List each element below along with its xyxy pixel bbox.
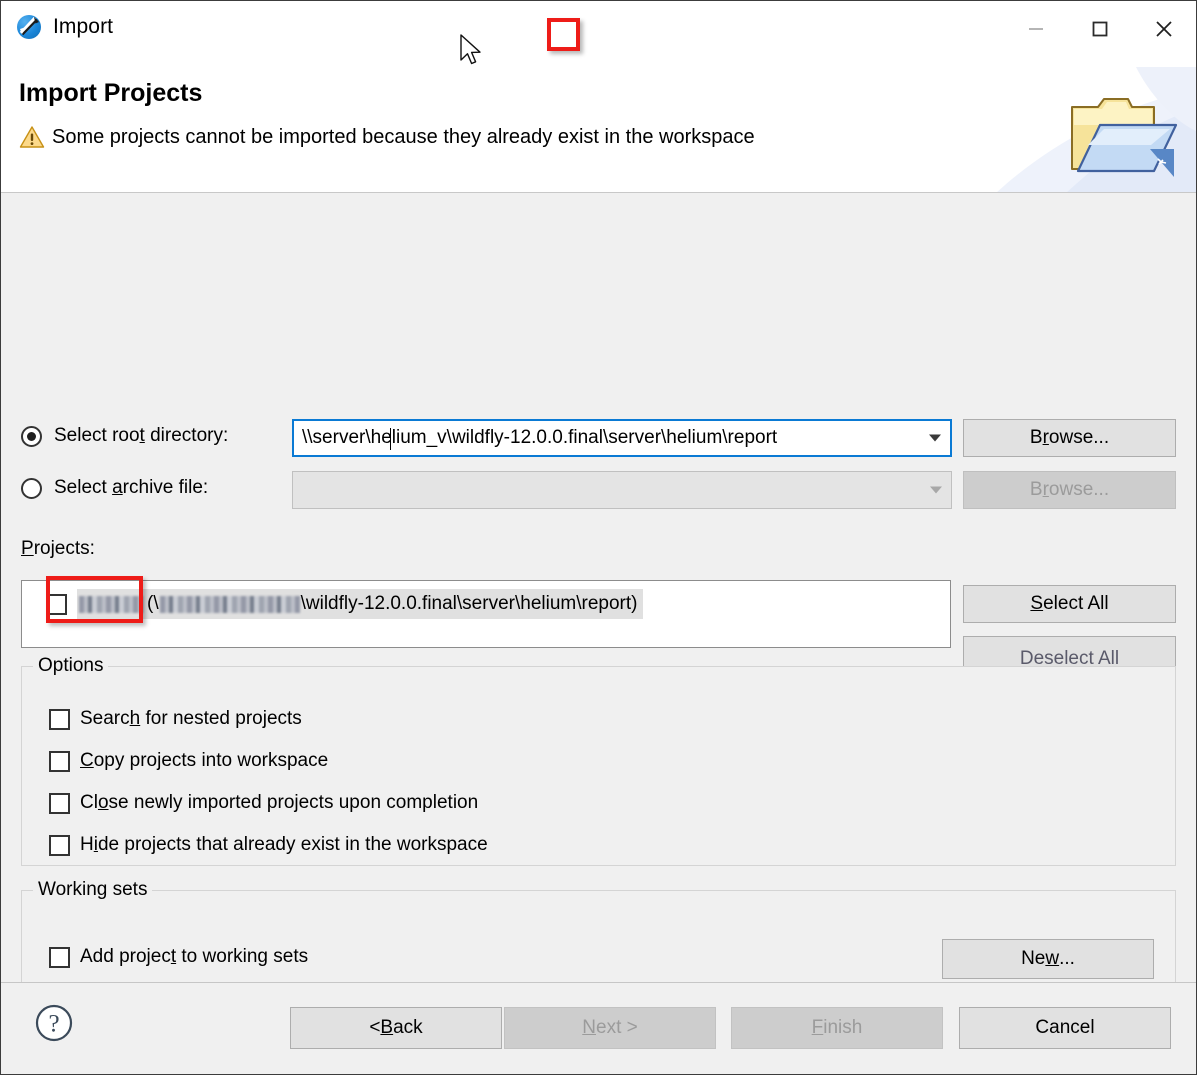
browse-root-directory-button[interactable]: Browse...: [963, 419, 1176, 457]
project-path-visible: \wildfly-12.0.0.final\server\helium\repo…: [301, 593, 638, 615]
options-group-title: Options: [33, 655, 108, 677]
option-search-nested-projects[interactable]: Search for nested projects: [49, 708, 302, 730]
label-select-root-directory: Select root directory:: [54, 425, 228, 447]
svg-text:?: ?: [48, 1011, 59, 1038]
minimize-button[interactable]: [1004, 1, 1068, 57]
warning-icon: [19, 125, 45, 149]
redacted-project-name: [79, 596, 143, 613]
help-icon[interactable]: ?: [34, 1003, 74, 1043]
options-group: Options Search for nested projects Copy …: [21, 666, 1176, 866]
mouse-cursor: [459, 34, 485, 70]
window-title: Import: [53, 15, 113, 39]
option-label: Close newly imported projects upon compl…: [80, 792, 478, 814]
radio-row-root-directory[interactable]: Select root directory:: [21, 425, 228, 447]
checkbox[interactable]: [49, 709, 70, 730]
projects-label: Projects:: [21, 538, 95, 560]
minimize-icon: [1024, 17, 1048, 41]
import-folder-icon: [1058, 85, 1178, 181]
label-select-archive-file: Select archive file:: [54, 477, 208, 499]
text-caret: [390, 428, 391, 450]
title-bar-left: Import: [1, 1, 113, 41]
option-label: Hide projects that already exist in the …: [80, 834, 488, 856]
project-path-prefix: (\: [147, 593, 159, 615]
eclipse-import-icon: [15, 13, 43, 41]
checkbox[interactable]: [49, 835, 70, 856]
import-projects-dialog: Import: [0, 0, 1197, 1075]
maximize-icon: [1088, 17, 1112, 41]
radio-select-root-directory[interactable]: [21, 426, 42, 447]
radio-select-archive-file[interactable]: [21, 478, 42, 499]
page-title: Import Projects: [19, 79, 202, 108]
red-highlight-square-annotation: [547, 18, 580, 51]
window-controls: [1004, 1, 1196, 57]
browse-archive-file-button: Browse...: [963, 471, 1176, 509]
root-directory-value: \\server\helium_v\wildfly-12.0.0.final\s…: [302, 427, 777, 449]
project-checkbox[interactable]: [46, 594, 67, 615]
redacted-server-path: [160, 596, 300, 613]
table-row[interactable]: (\ \wildfly-12.0.0.final\server\helium\r…: [22, 587, 950, 621]
status-message-row: Some projects cannot be imported because…: [19, 125, 755, 149]
chevron-down-icon[interactable]: [929, 435, 941, 442]
option-hide-existing-projects[interactable]: Hide projects that already exist in the …: [49, 834, 488, 856]
maximize-button[interactable]: [1068, 1, 1132, 57]
next-button: Next >: [504, 1007, 716, 1049]
add-project-to-working-sets-checkbox-row[interactable]: Add project to working sets: [49, 946, 308, 968]
option-close-newly-imported-projects[interactable]: Close newly imported projects upon compl…: [49, 792, 478, 814]
close-button[interactable]: [1132, 1, 1196, 57]
dialog-body: Select root directory: \\server\helium_v…: [1, 193, 1196, 982]
projects-list[interactable]: (\ \wildfly-12.0.0.final\server\helium\r…: [21, 580, 951, 648]
checkbox[interactable]: [49, 793, 70, 814]
finish-button: Finish: [731, 1007, 943, 1049]
option-copy-projects-into-workspace[interactable]: Copy projects into workspace: [49, 750, 328, 772]
dialog-footer: ? < Back Next > Finish Cancel: [1, 982, 1196, 1074]
dialog-header-banner: Import Projects Some projects cannot be …: [1, 67, 1196, 193]
checkbox[interactable]: [49, 751, 70, 772]
new-working-set-button[interactable]: New...: [942, 939, 1154, 979]
working-sets-group-title: Working sets: [33, 879, 152, 901]
back-button[interactable]: < Back: [290, 1007, 502, 1049]
option-label: Copy projects into workspace: [80, 750, 328, 772]
root-directory-combo[interactable]: \\server\helium_v\wildfly-12.0.0.final\s…: [292, 419, 952, 457]
title-bar: Import: [1, 1, 1196, 67]
select-all-button[interactable]: Select All: [963, 585, 1176, 623]
option-label: Search for nested projects: [80, 708, 302, 730]
radio-row-archive-file[interactable]: Select archive file:: [21, 477, 208, 499]
chevron-down-icon: [930, 487, 942, 494]
archive-file-combo: [292, 471, 952, 509]
add-project-label: Add project to working sets: [80, 946, 308, 968]
status-message: Some projects cannot be imported because…: [52, 126, 755, 149]
project-row-label: (\ \wildfly-12.0.0.final\server\helium\r…: [77, 589, 643, 619]
checkbox[interactable]: [49, 947, 70, 968]
close-icon: [1151, 16, 1177, 42]
cancel-button[interactable]: Cancel: [959, 1007, 1171, 1049]
